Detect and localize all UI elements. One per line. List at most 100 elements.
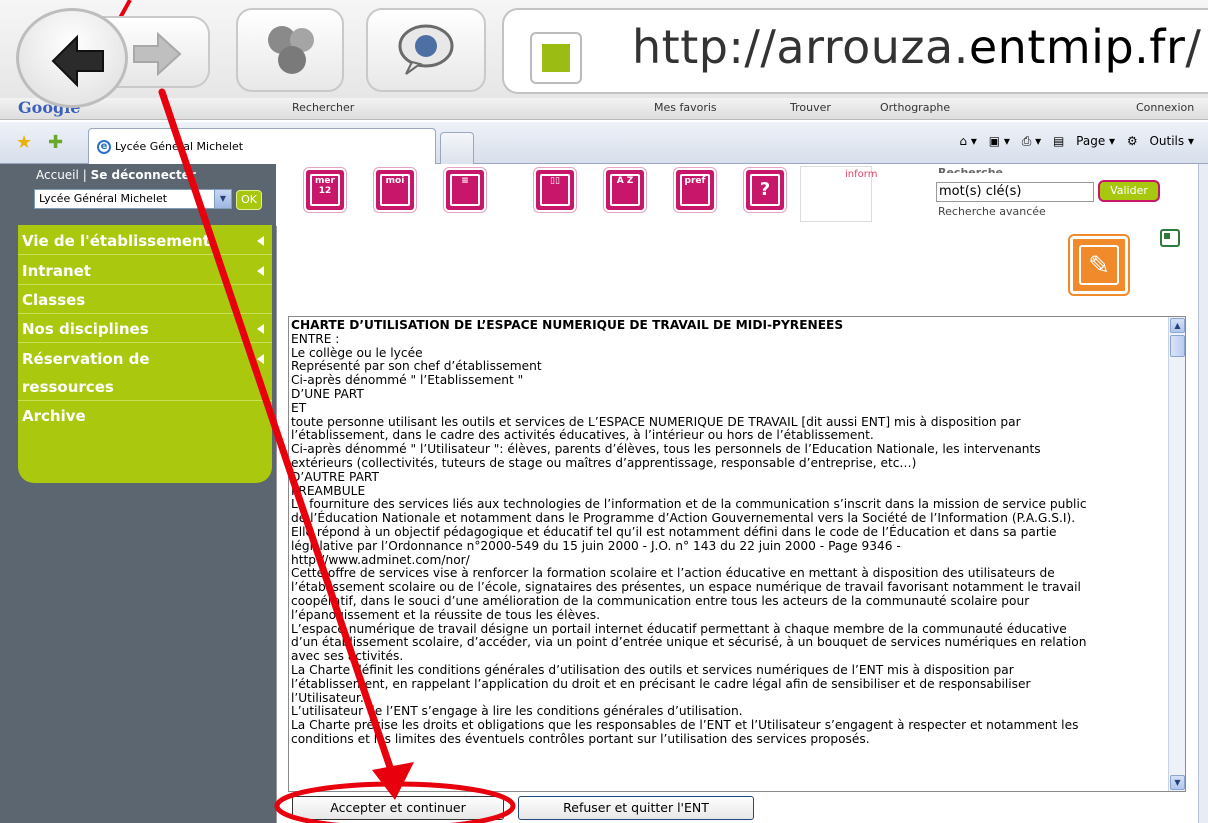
toolbar-find[interactable]: Trouver [790, 101, 831, 114]
refuse-quit-button[interactable]: Refuser et quitter l'ENT [518, 796, 754, 820]
charter-title: CHARTE D’UTILISATION DE L’ESPACE NUMERIQ… [291, 318, 844, 332]
charter-edit-icon: ✎ [1070, 236, 1128, 294]
address-bar[interactable]: http://arrouza.entmip.fr/ [502, 8, 1208, 94]
command-bar: ⌂ ▾ ▣ ▾ ⎙ ▾ ▤ Page ▾ ⚙ Outils ▾ [951, 134, 1194, 149]
logout-link[interactable]: Se déconnecter [91, 168, 196, 182]
scroll-thumb[interactable] [1170, 335, 1185, 357]
inform-panel: inform [800, 166, 877, 222]
sidebar-item-ressources[interactable]: ressources [18, 373, 272, 401]
charter-line: conditions et les limites des éventuels … [291, 731, 870, 746]
sidebar-item-label: ressources [22, 378, 114, 396]
charter-line: Cette offre de services vise à renforcer… [291, 566, 1055, 581]
home-icon[interactable]: ⌂ ▾ [959, 134, 976, 148]
ok-button[interactable]: OK [236, 190, 262, 210]
tools-menu[interactable]: ⚙ Outils ▾ [1127, 134, 1194, 148]
google-toolbar: Google Rechercher Mes favoris Trouver Or… [0, 98, 1208, 120]
tab-lycee-michelet[interactable]: e Lycée Général Michelet [88, 128, 436, 164]
document-icon[interactable]: ≡ [444, 168, 486, 212]
binders-icon[interactable]: ▯▯ [534, 168, 576, 212]
sidebar-item-label: Classes [22, 291, 86, 309]
sidebar-item-reservation[interactable]: Réservation de [18, 345, 272, 373]
charter-line: l’Utilisateur. [291, 690, 364, 705]
add-favorite-icon[interactable]: ✚ [48, 132, 63, 153]
charter-line: l’établissement, dans le cadre des activ… [291, 428, 874, 443]
scroll-up-icon[interactable]: ▲ [1170, 318, 1185, 333]
mail-icon[interactable]: moi [374, 168, 416, 212]
charter-line: l’établissement scolaire ou de l’école, … [291, 580, 1081, 595]
screenshot-root: http://arrouza.entmip.fr/ Google Recherc… [0, 0, 1208, 823]
sidebar-item-label: Réservation de [22, 350, 150, 368]
charter-line: ET [291, 400, 307, 415]
calendar-icon[interactable]: mer 12 [304, 168, 346, 212]
back-arrow-icon [51, 34, 104, 88]
favorites-star-icon[interactable]: ★ [16, 132, 32, 153]
charter-line: toute personne utilisant les outils et s… [291, 414, 1021, 429]
preferences-icon[interactable]: pref [674, 168, 716, 212]
maximize-window-icon[interactable] [1160, 229, 1180, 247]
back-button[interactable] [16, 8, 128, 108]
search-submit-button[interactable]: Valider [1098, 180, 1160, 202]
ie-logo-icon: e [97, 140, 111, 154]
toolbar-spelling[interactable]: Orthographe [880, 101, 950, 114]
charter-line: l’épanouissement et la réussite de tous … [291, 607, 600, 622]
charter-line: coopératif, dans le souci d’une améliora… [291, 593, 1030, 608]
sidebar-item-vie-etablissement[interactable]: Vie de l'établissement [18, 227, 272, 255]
chat-button[interactable] [366, 8, 486, 92]
charter-line: http://www.adminet.com/nor/ [291, 552, 470, 567]
sidebar-item-label: Nos disciplines [22, 320, 149, 338]
chat-bubble-icon [398, 24, 454, 75]
addons-icon [268, 26, 314, 74]
charter-textarea[interactable]: CHARTE D’UTILISATION DE L’ESPACE NUMERIQ… [288, 316, 1186, 792]
charter-line: D’AUTRE PART [291, 469, 379, 484]
charter-text: CHARTE D’UTILISATION DE L’ESPACE NUMERIQ… [289, 318, 1167, 747]
home-link[interactable]: Accueil [36, 168, 79, 182]
charter-line: de l’Éducation Nationale et notamment da… [291, 511, 1076, 526]
search-heading: Recherche [938, 166, 1003, 173]
new-tab-button[interactable] [440, 132, 474, 164]
charter-line: d’un établissement scolaire, d’accéder, … [291, 635, 1087, 650]
sidebar-menu: Vie de l'établissement Intranet Classes … [18, 225, 272, 483]
expand-arrow-icon [257, 324, 264, 334]
page-menu[interactable]: ▤ Page ▾ [1053, 134, 1115, 148]
page-scrollbar[interactable] [1198, 164, 1208, 823]
sidebar-item-label: Archive [22, 407, 86, 425]
advanced-search-link[interactable]: Recherche avancée [938, 205, 1046, 218]
charter-line: D’UNE PART [291, 386, 364, 401]
toolbar-search[interactable]: Rechercher [292, 101, 354, 114]
charter-line: La Charte précise les droits et obligati… [291, 718, 1079, 733]
site-favicon-icon [530, 32, 582, 84]
school-select[interactable]: Lycée Général Michelet ▼ [34, 189, 232, 209]
charter-line: PREAMBULE [291, 483, 366, 498]
tab-title: Lycée Général Michelet [115, 140, 244, 153]
tab-bar: ★ ✚ e Lycée Général Michelet ⌂ ▾ ▣ ▾ ⎙ ▾… [0, 122, 1208, 164]
charter-line: avec ses activités. [291, 649, 404, 664]
feeds-icon[interactable]: ▣ ▾ [989, 134, 1010, 148]
login-links: Accueil | Se déconnecter [36, 168, 196, 182]
accept-continue-button[interactable]: Accepter et continuer [292, 796, 504, 820]
charter-line: L’utilisateur de l’ENT s’engage à lire l… [291, 704, 743, 719]
sidebar-item-classes[interactable]: Classes [18, 286, 272, 314]
expand-arrow-icon [257, 266, 264, 276]
charter-line: La Charte définit les conditions général… [291, 662, 1014, 677]
textarea-scrollbar[interactable]: ▲ ▼ [1168, 317, 1185, 791]
expand-arrow-icon [257, 236, 264, 246]
help-icon[interactable]: ? [744, 168, 786, 212]
charter-line: L’espace numérique de travail désigne un… [291, 621, 1067, 636]
sidebar-item-archive[interactable]: Archive [18, 402, 272, 430]
sidebar-item-disciplines[interactable]: Nos disciplines [18, 315, 272, 343]
charter-line: ENTRE : [291, 331, 340, 346]
toolbar-connect[interactable]: Connexion [1136, 101, 1194, 114]
charter-line: Ci-après dénommé " l’Utilisateur ": élèv… [291, 442, 1041, 457]
toolbar-favorites[interactable]: Mes favoris [654, 101, 717, 114]
charter-line: Ci-après dénommé " l’Etablissement " [291, 373, 524, 388]
browser-nav-bar: http://arrouza.entmip.fr/ [0, 0, 1208, 108]
search-input[interactable]: mot(s) clé(s) [936, 182, 1094, 202]
chevron-down-icon[interactable]: ▼ [214, 190, 231, 208]
charter-line: Elle répond à un objectif pédagogique et… [291, 524, 1057, 539]
directory-icon[interactable]: A Z [604, 168, 646, 212]
scroll-down-icon[interactable]: ▼ [1170, 775, 1185, 790]
print-icon[interactable]: ⎙ ▾ [1022, 134, 1041, 148]
sidebar-item-intranet[interactable]: Intranet [18, 257, 272, 285]
url-text[interactable]: http://arrouza.entmip.fr/ [632, 20, 1201, 74]
addons-button[interactable] [236, 8, 344, 92]
